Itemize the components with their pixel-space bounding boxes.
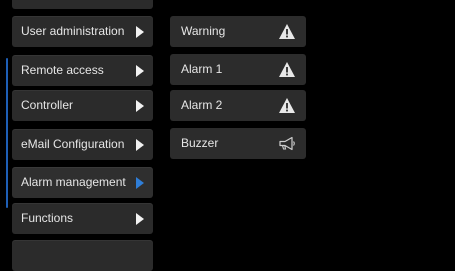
menu-item-functions[interactable]: Functions: [12, 203, 153, 234]
menu-item-partial-bottom[interactable]: [12, 240, 153, 271]
menu-item-label: Controller: [21, 98, 74, 112]
warning-triangle-icon: [279, 24, 295, 39]
menu-item-controller[interactable]: Controller: [12, 90, 153, 121]
chevron-right-icon: [136, 213, 144, 225]
menu-item-user-administration[interactable]: User administration: [12, 16, 153, 47]
alarm-item-label: Buzzer: [181, 136, 219, 150]
alarm-item-buzzer[interactable]: Buzzer: [170, 128, 306, 159]
menu-item-partial-top[interactable]: [12, 0, 153, 9]
menu-item-label: Functions: [21, 211, 74, 225]
alarm-item-alarm-1[interactable]: Alarm 1: [170, 54, 306, 85]
menu-item-label: Remote access: [21, 63, 104, 77]
warning-triangle-icon: [279, 98, 295, 113]
chevron-right-icon: [136, 139, 144, 151]
chevron-right-icon: [136, 100, 144, 112]
menu-item-label: User administration: [21, 24, 125, 38]
menu-item-remote-access[interactable]: Remote access: [12, 55, 153, 86]
menu-item-label: Alarm management: [21, 175, 126, 189]
menu-scroll-indicator[interactable]: [6, 58, 8, 208]
menu-item-alarm-management[interactable]: Alarm management: [12, 167, 153, 198]
menu-item-email-configuration[interactable]: eMail Configuration: [12, 129, 153, 160]
alarm-item-label: Warning: [181, 24, 226, 38]
chevron-right-icon: [136, 65, 144, 77]
alarm-item-warning[interactable]: Warning: [170, 16, 306, 47]
megaphone-icon: [279, 136, 295, 151]
alarm-item-label: Alarm 1: [181, 62, 223, 76]
warning-triangle-icon: [279, 62, 295, 77]
chevron-right-icon: [136, 177, 144, 189]
chevron-right-icon: [136, 26, 144, 38]
alarm-item-alarm-2[interactable]: Alarm 2: [170, 90, 306, 121]
alarm-item-label: Alarm 2: [181, 98, 223, 112]
menu-item-label: eMail Configuration: [21, 137, 125, 151]
